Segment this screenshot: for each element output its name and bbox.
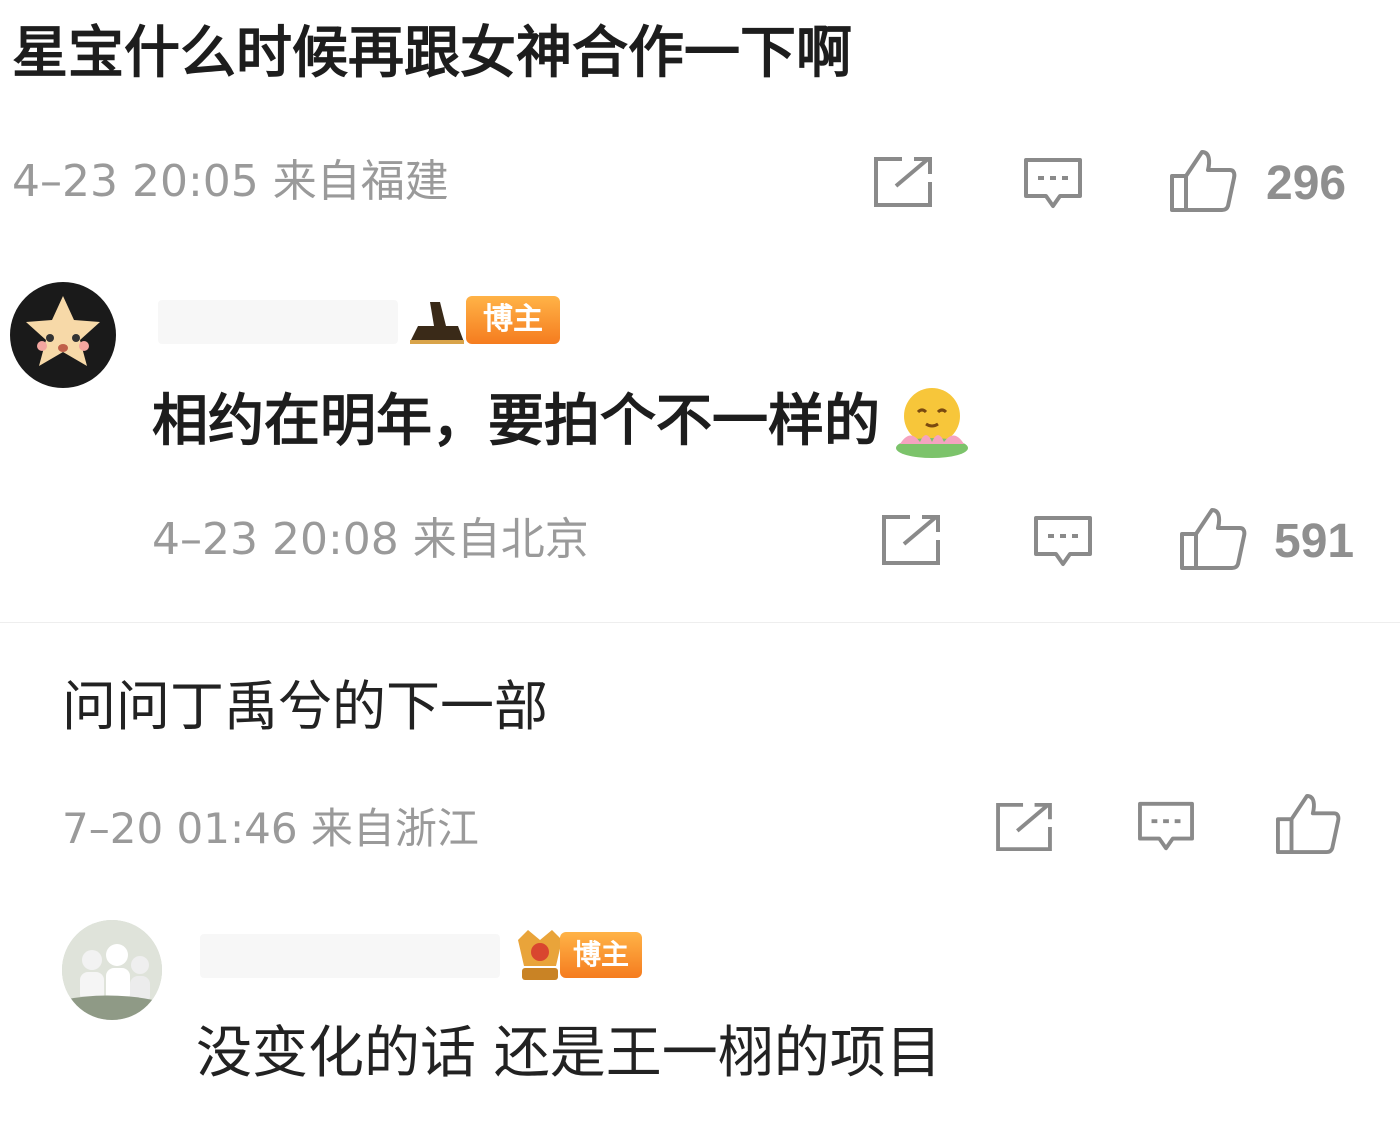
lotus-smile-emoji-icon [896,388,968,458]
star-character-avatar-icon [26,296,100,366]
section-divider [0,622,1400,623]
thumbs-up-icon[interactable] [1178,506,1248,572]
comment-icon[interactable] [1022,156,1084,212]
group-photo-avatar-icon [62,920,162,1020]
like-count: 591 [1274,515,1355,568]
comment-meta: 7–20 01:46 来自浙江 [62,804,479,853]
comment-text: 没变化的话 还是王一栩的项目 [196,1021,942,1086]
share-icon[interactable] [872,156,934,208]
comment-icon[interactable] [1136,800,1196,854]
blogger-badge: 博主 [560,932,642,978]
avatar[interactable] [10,282,116,388]
username-blurred[interactable] [158,300,398,344]
comment-meta: 4–23 20:08 来自北京 [152,514,589,565]
thumbs-up-icon[interactable] [1274,792,1342,856]
share-icon[interactable] [880,514,942,566]
share-icon[interactable] [994,802,1054,852]
comment-text: 星宝什么时候再跟女神合作一下啊 [12,21,852,86]
blogger-badge: 博主 [466,296,560,344]
level-trophy-icon [410,302,464,344]
like-count: 296 [1266,157,1347,210]
comment-text: 相约在明年，要拍个不一样的 [152,389,880,454]
username-blurred[interactable] [200,934,500,978]
comment-icon[interactable] [1032,514,1094,570]
avatar[interactable] [62,920,162,1020]
thumbs-up-icon[interactable] [1168,148,1238,214]
comment-meta: 4–23 20:05 来自福建 [12,156,449,207]
comment-text: 问问丁禹兮的下一部 [62,675,548,738]
